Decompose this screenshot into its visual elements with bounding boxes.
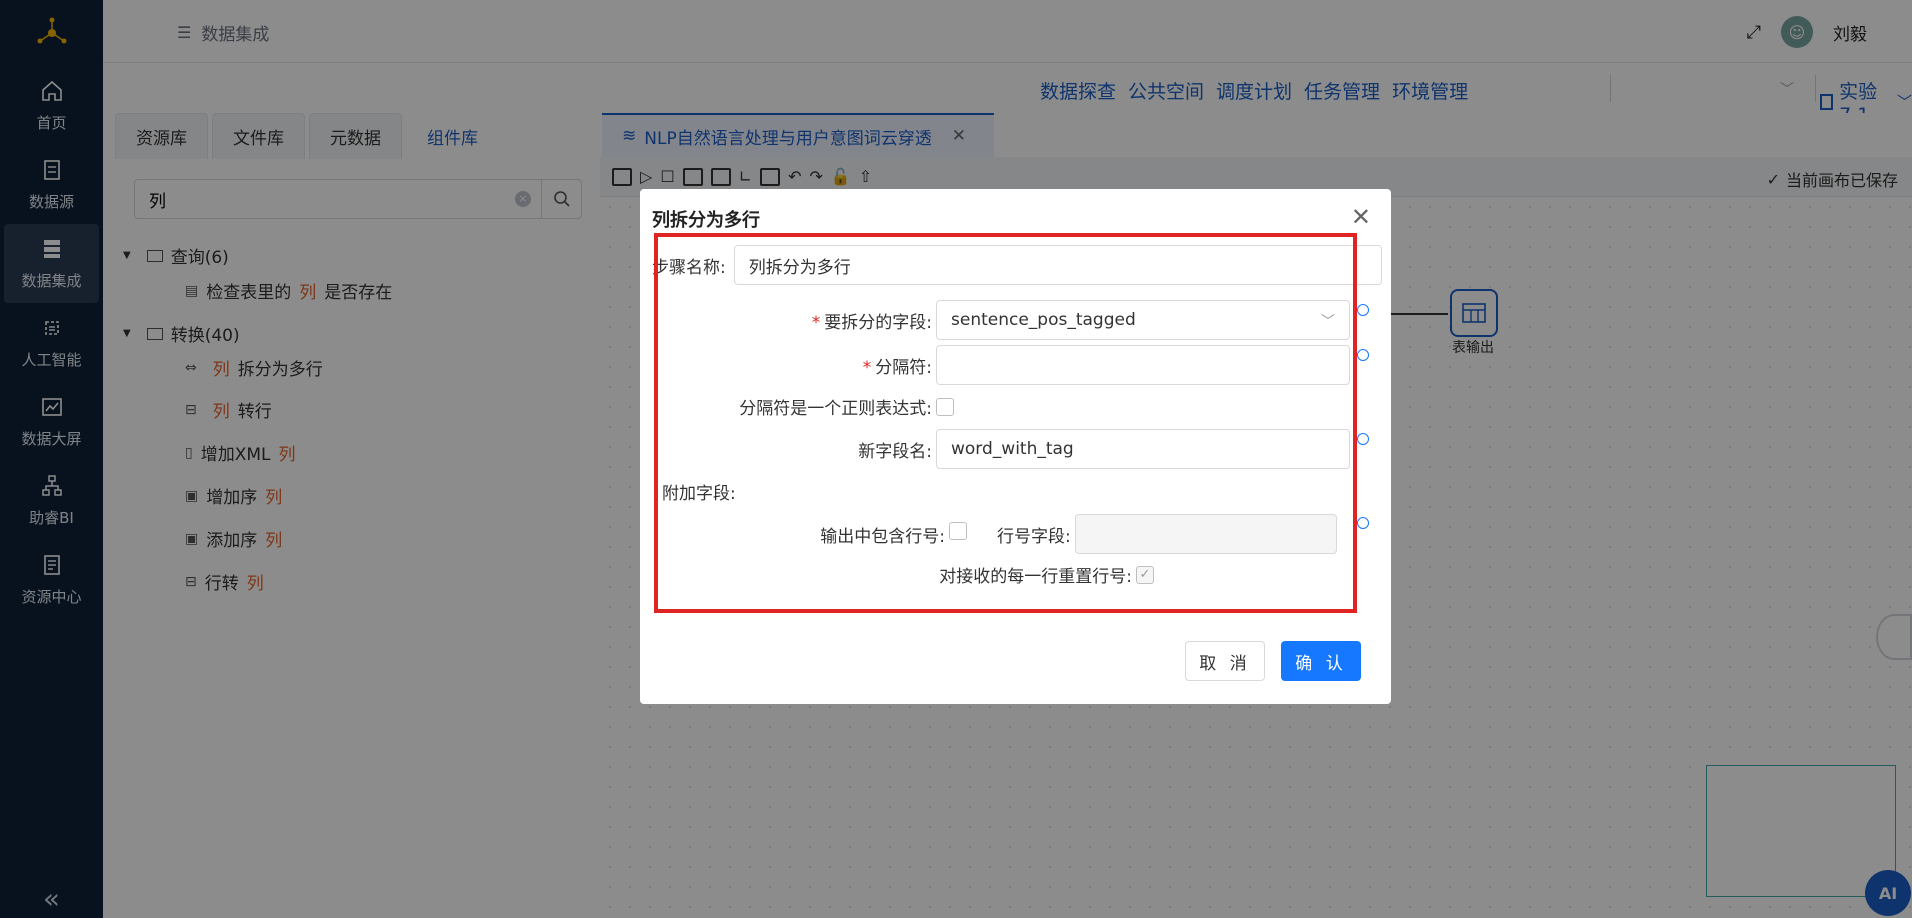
dialog-title: 列拆分为多行	[652, 210, 760, 231]
include-rownum-label: 输出中包含行号:	[820, 526, 945, 547]
info-icon[interactable]	[1357, 304, 1369, 316]
step-name-row: 步骤名称: 列拆分为多行	[652, 245, 1382, 285]
step-name-label: 步骤名称:	[652, 257, 726, 278]
reset-rownum-checkbox[interactable]: ✓	[1136, 565, 1154, 584]
rownum-field-label: 行号字段:	[997, 526, 1071, 547]
split-field-select[interactable]: sentence_pos_tagged ﹀	[936, 300, 1350, 340]
new-field-input[interactable]: word_with_tag	[936, 429, 1350, 469]
split-field-label: * 要拆分的字段:	[811, 312, 932, 333]
rownum-field-input	[1074, 514, 1337, 554]
cancel-button[interactable]: 取 消	[1185, 641, 1265, 681]
regex-row: 分隔符是一个正则表达式:	[640, 394, 1360, 419]
include-rownum-checkbox[interactable]	[949, 522, 967, 540]
separator-label: * 分隔符:	[862, 357, 932, 378]
split-field-label-text: 要拆分的字段:	[824, 312, 932, 333]
step-name-input[interactable]: 列拆分为多行	[733, 245, 1382, 285]
regex-label: 分隔符是一个正则表达式:	[739, 399, 932, 419]
highlight-box	[654, 233, 1357, 613]
extra-fields-label: 附加字段:	[662, 484, 736, 504]
separator-label-text: 分隔符:	[875, 357, 932, 378]
extra-fields-header: 附加字段:	[662, 479, 736, 504]
new-field-label: 新字段名:	[858, 441, 932, 462]
app-root: 首页 数据源 数据集成 人工智能 数据大屏 助睿BI 资源中心 « ☰ 数据集成…	[0, 0, 1912, 918]
info-icon[interactable]	[1357, 517, 1369, 529]
new-field-row: 新字段名: word_with_tag	[640, 429, 1360, 469]
split-field-row: * 要拆分的字段: sentence_pos_tagged ﹀	[640, 300, 1360, 340]
close-icon[interactable]: ✕	[1351, 203, 1371, 231]
include-rownum-row: 输出中包含行号: 行号字段:	[640, 514, 1360, 554]
separator-input[interactable]	[936, 345, 1350, 385]
split-field-dialog: 列拆分为多行 ✕ 步骤名称: 列拆分为多行 * 要拆分的字段: sentence_…	[640, 189, 1391, 704]
reset-rownum-label: 对接收的每一行重置行号:	[939, 567, 1132, 587]
separator-row: * 分隔符:	[640, 345, 1360, 385]
chevron-down-icon: ﹀	[1321, 314, 1335, 330]
info-icon[interactable]	[1357, 349, 1369, 361]
confirm-button[interactable]: 确 认	[1281, 641, 1361, 681]
info-icon[interactable]	[1357, 433, 1369, 445]
split-field-value: sentence_pos_tagged	[951, 310, 1136, 330]
regex-checkbox[interactable]	[936, 397, 954, 416]
reset-rownum-row: 对接收的每一行重置行号: ✓	[640, 562, 1360, 587]
